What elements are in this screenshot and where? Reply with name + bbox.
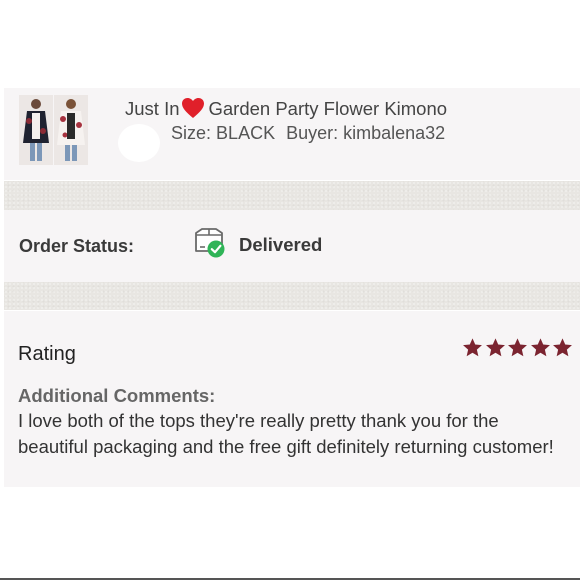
product-photo-light-kimono [54, 95, 88, 165]
listing-title-line[interactable]: Just In Garden Party Flower Kimono [125, 97, 447, 124]
buyer-avatar[interactable] [118, 124, 160, 162]
listing-title: Garden Party Flower Kimono [208, 98, 448, 119]
order-status-value: Delivered [239, 234, 323, 255]
rating-label: Rating [18, 343, 76, 365]
product-thumbnail-dark[interactable] [19, 95, 53, 165]
star-icon [553, 338, 572, 357]
listing-meta: Size: BLACK Buyer: kimbalena32 [171, 123, 445, 144]
star-rating [462, 337, 575, 359]
comments-text: I love both of the tops they're really p… [18, 410, 554, 457]
star-icon [508, 338, 527, 357]
comments-heading: Additional Comments: [18, 385, 216, 406]
star-icon [485, 338, 505, 357]
product-thumbnail-light[interactable] [54, 95, 88, 165]
rating-section: Rating Additional Comments: I love both … [4, 311, 580, 487]
size-label: Size: [171, 123, 212, 143]
star-icon [463, 338, 482, 357]
star-icon [530, 338, 550, 357]
size-value: BLACK [216, 123, 276, 143]
order-status-row: Order Status: Delivered [4, 210, 580, 282]
just-in-badge: Just In [125, 98, 180, 119]
order-item-card[interactable]: Just In Garden Party Flower Kimono Size: … [4, 88, 580, 180]
buyer-username[interactable]: kimbalena32 [343, 123, 445, 143]
package-delivered-icon [192, 227, 228, 259]
product-photo-dark-kimono [19, 95, 53, 165]
order-status-label: Order Status: [19, 236, 135, 256]
section-divider [4, 282, 580, 310]
heart-icon [181, 97, 205, 124]
section-divider [4, 181, 580, 210]
buyer-label: Buyer: [286, 123, 339, 143]
